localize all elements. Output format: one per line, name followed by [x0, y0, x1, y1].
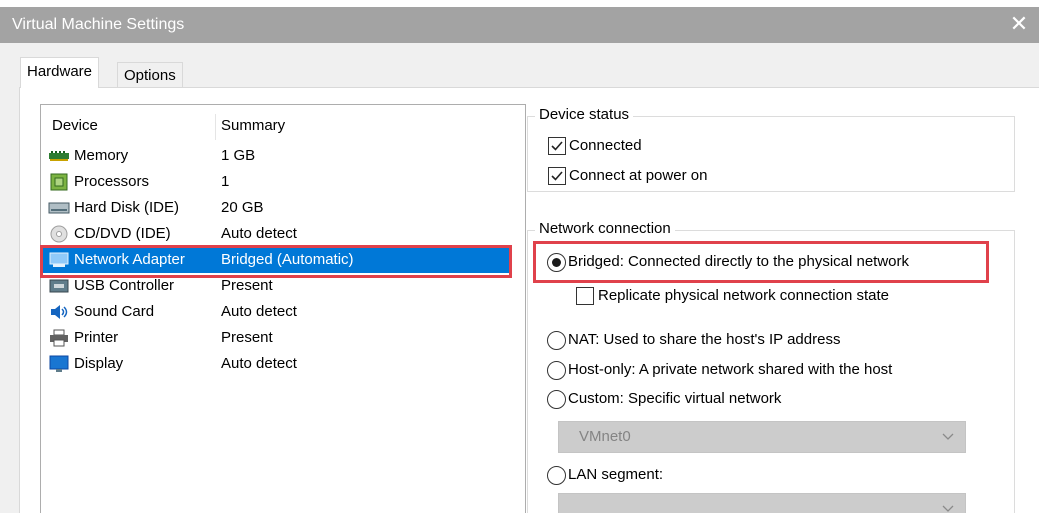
device-summary: 1	[221, 173, 230, 190]
chevron-down-icon	[941, 429, 955, 447]
hardware-tab-panel: Device Summary Memory 1 GB Processors 1	[19, 87, 1039, 513]
list-item-printer[interactable]: Printer Present	[42, 325, 509, 351]
close-icon[interactable]: ✕	[1005, 11, 1033, 39]
device-name: USB Controller	[74, 277, 175, 294]
device-name: Network Adapter	[74, 251, 185, 268]
network-connection-group: Network connection Bridged: Connected di…	[527, 220, 1015, 513]
device-name: Sound Card	[74, 303, 155, 320]
list-item-memory[interactable]: Memory 1 GB	[42, 143, 509, 169]
list-item-sound-card[interactable]: Sound Card Auto detect	[42, 299, 509, 325]
connected-checkbox[interactable]	[548, 137, 566, 155]
host-only-label[interactable]: Host-only: A private network shared with…	[568, 361, 892, 378]
sound-card-icon	[48, 303, 70, 321]
device-summary: Present	[221, 329, 273, 346]
list-item-cd-dvd[interactable]: CD/DVD (IDE) Auto detect	[42, 221, 509, 247]
device-status-group: Device status Connected Connect at power…	[527, 106, 1015, 192]
connect-at-power-on-label[interactable]: Connect at power on	[569, 167, 707, 184]
radio-selected-dot	[552, 258, 561, 267]
list-item-display[interactable]: Display Auto detect	[42, 351, 509, 377]
tab-hardware[interactable]: Hardware	[20, 57, 100, 88]
column-header-device[interactable]: Device	[52, 117, 98, 134]
replicate-checkbox[interactable]	[576, 287, 594, 305]
dialog-body: Hardware Options Device Summary Memory 1…	[0, 43, 1039, 513]
device-summary: Present	[221, 277, 273, 294]
device-summary: Auto detect	[221, 355, 297, 372]
custom-network-value: VMnet0	[579, 428, 631, 445]
window-title: Virtual Machine Settings	[12, 16, 185, 33]
chevron-down-icon	[941, 501, 955, 513]
device-summary: 1 GB	[221, 147, 256, 164]
bridged-label[interactable]: Bridged: Connected directly to the physi…	[568, 253, 909, 270]
hard-disk-icon	[48, 199, 70, 217]
host-only-radio[interactable]	[547, 361, 566, 380]
usb-controller-icon	[48, 277, 70, 295]
device-name: CD/DVD (IDE)	[74, 225, 171, 242]
column-separator[interactable]	[215, 114, 216, 140]
list-item-hard-disk[interactable]: Hard Disk (IDE) 20 GB	[42, 195, 509, 221]
custom-radio[interactable]	[547, 390, 566, 409]
list-item-usb-controller[interactable]: USB Controller Present	[42, 273, 509, 299]
list-item-network-adapter[interactable]: Network Adapter Bridged (Automatic)	[42, 247, 509, 273]
device-name: Printer	[74, 329, 119, 346]
device-name: Hard Disk (IDE)	[74, 199, 180, 216]
device-summary: Bridged (Automatic)	[221, 251, 354, 268]
processor-icon	[48, 173, 70, 191]
device-name: Processors	[74, 173, 150, 190]
custom-label[interactable]: Custom: Specific virtual network	[568, 390, 781, 407]
device-name: Memory	[74, 147, 129, 164]
memory-icon	[48, 147, 70, 165]
nat-radio[interactable]	[547, 331, 566, 350]
lan-segment-radio[interactable]	[547, 466, 566, 485]
device-name: Display	[74, 355, 124, 372]
title-bar: Virtual Machine Settings ✕	[0, 7, 1039, 43]
device-list[interactable]: Device Summary Memory 1 GB Processors 1	[40, 104, 526, 513]
lan-segment-select[interactable]	[558, 493, 966, 513]
cd-dvd-icon	[48, 225, 70, 243]
network-connection-legend: Network connection	[535, 220, 675, 237]
device-summary: Auto detect	[221, 303, 297, 320]
tab-options[interactable]: Options	[117, 62, 183, 88]
device-summary: Auto detect	[221, 225, 297, 242]
printer-icon	[48, 329, 70, 347]
lan-segment-label[interactable]: LAN segment:	[568, 466, 663, 483]
device-status-legend: Device status	[535, 106, 634, 123]
connect-at-power-on-checkbox[interactable]	[548, 167, 566, 185]
list-item-processors[interactable]: Processors 1	[42, 169, 509, 195]
nat-label[interactable]: NAT: Used to share the host's IP address	[568, 331, 840, 348]
network-adapter-icon	[48, 251, 70, 269]
column-header-summary[interactable]: Summary	[221, 117, 285, 134]
replicate-label[interactable]: Replicate physical network connection st…	[598, 287, 889, 304]
list-header: Device Summary	[41, 114, 525, 140]
device-summary: 20 GB	[221, 199, 264, 216]
bridged-radio[interactable]	[547, 253, 566, 272]
connected-label[interactable]: Connected	[569, 137, 642, 154]
display-icon	[48, 355, 70, 373]
custom-network-select[interactable]: VMnet0	[558, 421, 966, 453]
